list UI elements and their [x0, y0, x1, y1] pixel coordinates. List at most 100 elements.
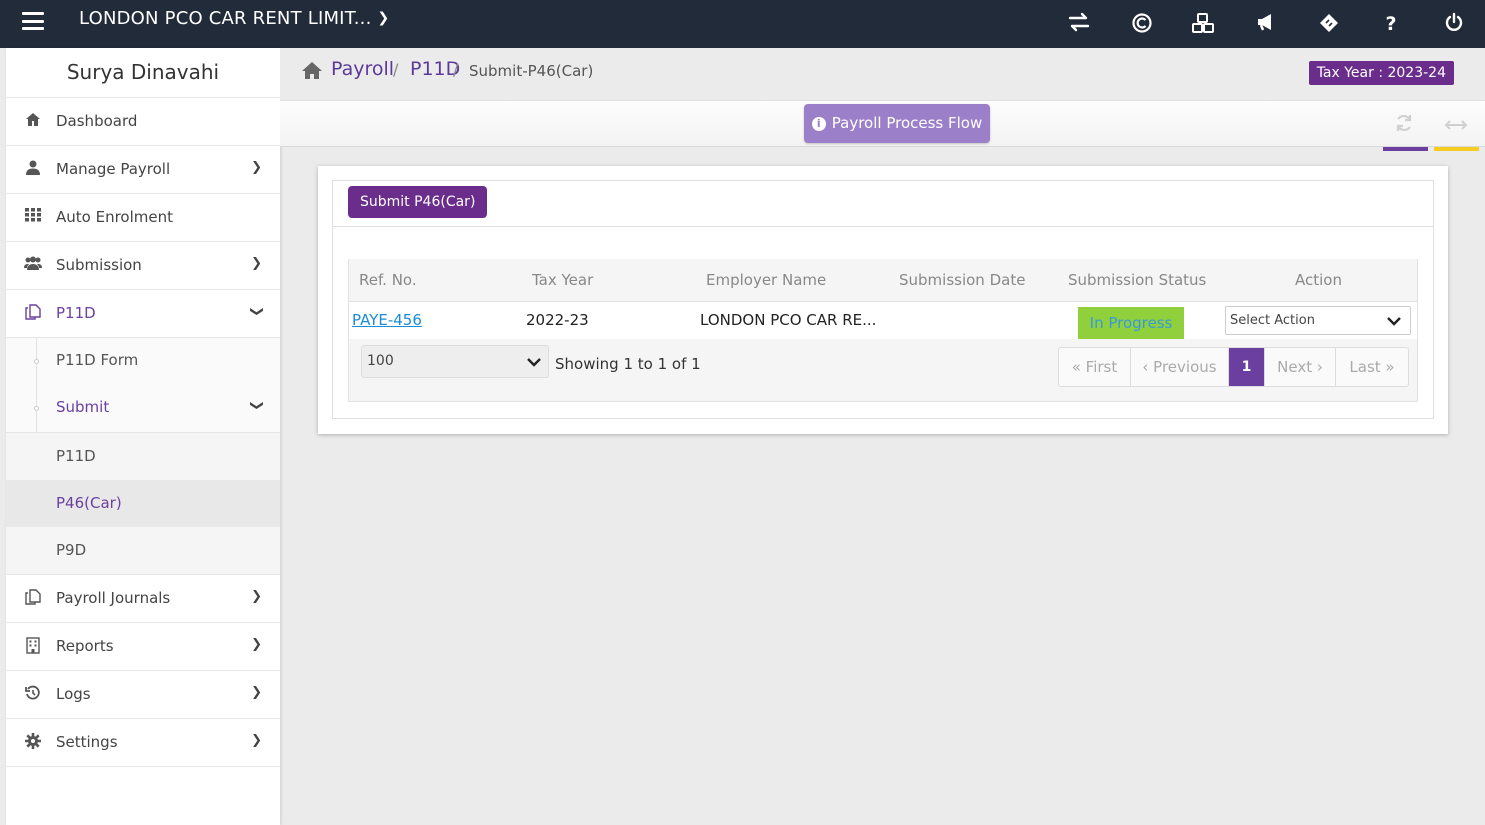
pagination-last-button[interactable]: Last »	[1336, 348, 1408, 386]
user-name: Surya Dinavahi	[6, 48, 280, 98]
chevron-right-icon: ❯	[251, 589, 262, 604]
main-panel: Submit P46(Car) Ref. No. Tax Year Employ…	[318, 166, 1448, 434]
company-name: LONDON PCO CAR RENT LIMIT...	[79, 8, 372, 29]
action-select[interactable]: Select Action	[1225, 306, 1411, 335]
column-header[interactable]: Ref. No.	[359, 271, 417, 289]
table-row: PAYE-456 2022-23 LONDON PCO CAR RE... In…	[349, 302, 1417, 339]
gear-icon	[24, 733, 42, 751]
breadcrumb: Payroll / P11D / Submit-P46(Car) Tax Yea…	[280, 48, 1485, 100]
sidebar-item-label: Manage Payroll	[56, 160, 171, 178]
grid-icon	[24, 208, 42, 226]
payroll-process-flow-label: Payroll Process Flow	[831, 114, 983, 132]
breadcrumb-separator: /	[453, 60, 459, 79]
chevron-right-icon: ❯	[251, 160, 262, 175]
sidebar-subitem-label: P46(Car)	[56, 494, 122, 512]
tree-node-icon	[34, 359, 39, 364]
chevron-right-icon: ❯	[251, 685, 262, 700]
sidebar-subitem-label: P11D	[56, 447, 96, 465]
copy-icon	[24, 589, 42, 607]
building-icon	[24, 637, 42, 655]
sidebar-item-label: P11D	[56, 304, 96, 322]
status-badge: In Progress	[1078, 307, 1184, 339]
submissions-table: Ref. No. Tax Year Employer Name Submissi…	[348, 259, 1418, 402]
megaphone-icon[interactable]	[1253, 12, 1279, 36]
expand-horizontal-icon[interactable]	[1444, 113, 1468, 135]
users-icon	[24, 256, 42, 274]
chevron-right-icon: ❯	[251, 733, 262, 748]
chevron-down-icon	[1386, 307, 1402, 335]
pagination-previous-button[interactable]: ‹ Previous	[1131, 348, 1229, 386]
chevron-down-icon: ❯	[249, 306, 265, 317]
sidebar-subitem-submit-p9d[interactable]: P9D	[6, 527, 280, 574]
pagination: « First ‹ Previous 1 Next › Last »	[1058, 347, 1409, 387]
ref-number-link[interactable]: PAYE-456	[352, 311, 422, 329]
copyright-icon[interactable]	[1129, 12, 1155, 36]
company-switcher[interactable]: LONDON PCO CAR RENT LIMIT... ❯	[79, 8, 389, 29]
table-header: Ref. No. Tax Year Employer Name Submissi…	[349, 259, 1417, 302]
breadcrumb-separator: /	[393, 60, 399, 79]
sidebar-item-label: Submission	[56, 256, 142, 274]
tax-year-cell: 2022-23	[526, 311, 589, 329]
sidebar-item-manage-payroll[interactable]: Manage Payroll ❯	[6, 146, 280, 194]
sidebar-item-label: Dashboard	[56, 112, 138, 130]
top-navbar: LONDON PCO CAR RENT LIMIT... ❯ ?	[0, 0, 1485, 48]
ticket-icon[interactable]	[1316, 12, 1342, 36]
submission-card: Submit P46(Car) Ref. No. Tax Year Employ…	[332, 180, 1434, 419]
column-header[interactable]: Action	[1295, 271, 1342, 289]
breadcrumb-current: Submit-P46(Car)	[469, 62, 594, 80]
sidebar-subitem-label: P11D Form	[56, 351, 139, 369]
employer-name-cell: LONDON PCO CAR RE...	[700, 311, 877, 329]
sidebar-subitem-label: P9D	[56, 541, 87, 559]
column-header[interactable]: Submission Status	[1068, 271, 1206, 289]
sidebar-item-auto-enrolment[interactable]: Auto Enrolment	[6, 194, 280, 242]
sidebar-item-reports[interactable]: Reports ❯	[6, 623, 280, 671]
user-icon	[24, 160, 42, 178]
p11d-submenu: P11D Form Submit ❯ P11D P46(Car) P9D	[6, 338, 280, 575]
submit-submenu: P11D P46(Car) P9D	[6, 432, 280, 575]
column-header[interactable]: Tax Year	[532, 271, 593, 289]
sidebar-subitem-submit[interactable]: Submit ❯	[6, 385, 280, 432]
tree-node-icon	[34, 406, 39, 411]
page-size-value: 100	[367, 353, 394, 369]
pagination-page-1[interactable]: 1	[1229, 348, 1265, 386]
power-icon[interactable]	[1441, 12, 1467, 36]
pagination-summary: Showing 1 to 1 of 1	[555, 355, 701, 373]
page-size-select[interactable]: 100	[361, 345, 549, 378]
sidebar-item-settings[interactable]: Settings ❯	[6, 719, 280, 767]
breadcrumb-payroll[interactable]: Payroll	[331, 58, 394, 80]
pagination-next-button[interactable]: Next ›	[1265, 348, 1336, 386]
sidebar-item-p11d[interactable]: P11D ❯	[6, 290, 280, 338]
column-header[interactable]: Submission Date	[899, 271, 1025, 289]
sidebar-item-label: Auto Enrolment	[56, 208, 173, 226]
sidebar-subitem-p11d-form[interactable]: P11D Form	[6, 338, 280, 385]
sidebar: Surya Dinavahi Dashboard Manage Payroll …	[6, 48, 280, 825]
sidebar-item-logs[interactable]: Logs ❯	[6, 671, 280, 719]
switch-icon[interactable]	[1066, 12, 1092, 36]
sidebar-item-submission[interactable]: Submission ❯	[6, 242, 280, 290]
ref-number-text: PAYE-456	[352, 311, 422, 329]
copy-icon	[24, 304, 42, 322]
card-header: Submit P46(Car)	[333, 181, 1433, 227]
sidebar-item-dashboard[interactable]: Dashboard	[6, 98, 280, 146]
chevron-down-icon: ❯	[377, 10, 390, 26]
refresh-icon[interactable]	[1393, 113, 1415, 135]
chevron-down-icon: ❯	[249, 400, 265, 411]
payroll-process-flow-button[interactable]: i Payroll Process Flow	[804, 104, 990, 143]
column-header[interactable]: Employer Name	[706, 271, 826, 289]
submit-p46car-button[interactable]: Submit P46(Car)	[348, 186, 488, 218]
help-icon[interactable]: ?	[1378, 12, 1404, 36]
chevron-right-icon: ❯	[251, 256, 262, 271]
hamburger-menu-icon[interactable]	[22, 10, 44, 30]
sidebar-item-label: Logs	[56, 685, 91, 703]
pagination-first-button[interactable]: « First	[1059, 348, 1131, 386]
home-icon	[24, 112, 42, 130]
table-footer: 100 Showing 1 to 1 of 1 « First ‹ Previo…	[349, 339, 1417, 401]
sidebar-subitem-submit-p11d[interactable]: P11D	[6, 433, 280, 480]
sidebar-subitem-submit-p46car[interactable]: P46(Car)	[6, 480, 280, 527]
chevron-right-icon: ❯	[251, 637, 262, 652]
cubes-icon[interactable]	[1190, 12, 1216, 36]
sidebar-item-label: Payroll Journals	[56, 589, 171, 607]
sidebar-item-label: Settings	[56, 733, 118, 751]
sidebar-item-payroll-journals[interactable]: Payroll Journals ❯	[6, 575, 280, 623]
home-icon[interactable]	[301, 61, 323, 81]
